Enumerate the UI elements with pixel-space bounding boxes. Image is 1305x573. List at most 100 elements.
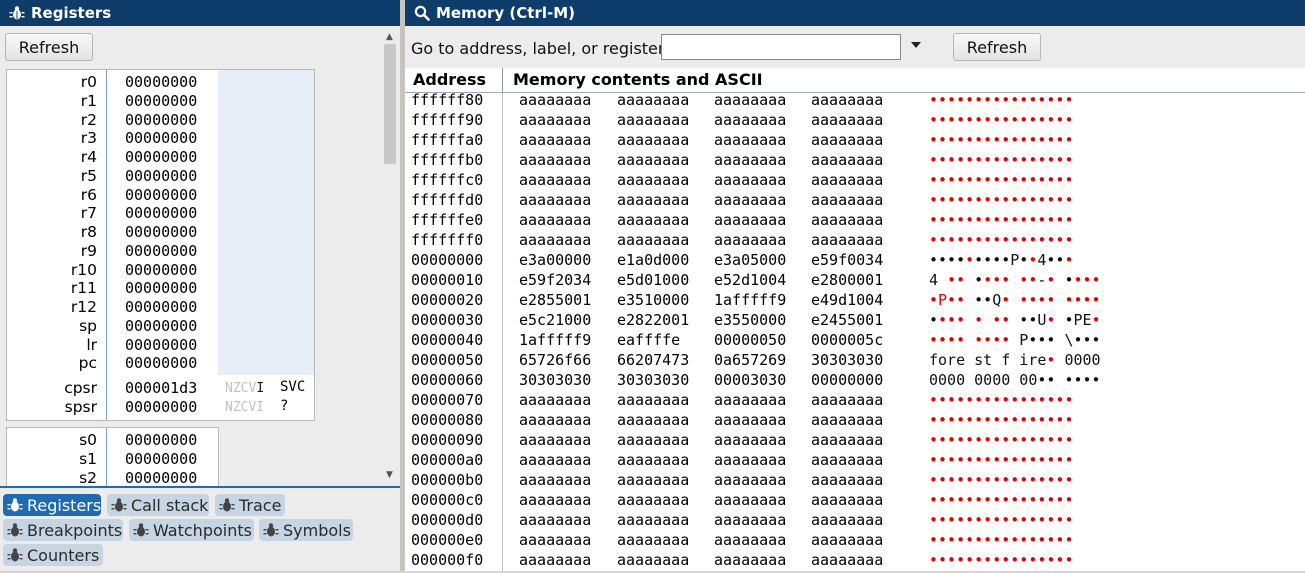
memory-word[interactable]: 30303030 bbox=[811, 351, 883, 369]
memory-address[interactable]: 00000050 bbox=[411, 351, 483, 369]
memory-word[interactable]: e3510000 bbox=[617, 291, 689, 309]
memory-row[interactable]: 00000040 1afffff9 eaffffe 00000050 0000005c •… bbox=[405, 331, 1305, 351]
memory-word[interactable]: aaaaaaaa bbox=[519, 231, 591, 249]
memory-word[interactable]: e3a05000 bbox=[714, 251, 786, 269]
memory-word[interactable]: aaaaaaaa bbox=[811, 391, 883, 409]
memory-word[interactable]: 00000000 bbox=[811, 371, 883, 389]
memory-row[interactable]: 000000b0 aaaaaaaa aaaaaaaa aaaaaaaa aaaaaaaa… bbox=[405, 471, 1305, 491]
memory-word[interactable]: aaaaaaaa bbox=[714, 211, 786, 229]
memory-word[interactable]: e2855001 bbox=[519, 291, 591, 309]
memory-row[interactable]: ffffffc0 aaaaaaaa aaaaaaaa aaaaaaaa aaaaaaaa… bbox=[405, 171, 1305, 191]
tab-call-stack[interactable]: Call stack bbox=[107, 494, 209, 516]
register-value[interactable]: 00000000 bbox=[125, 354, 197, 372]
memory-word[interactable]: aaaaaaaa bbox=[519, 191, 591, 209]
memory-word[interactable]: e1a0d000 bbox=[617, 251, 689, 269]
memory-word[interactable]: aaaaaaaa bbox=[714, 131, 786, 149]
memory-word[interactable]: aaaaaaaa bbox=[519, 431, 591, 449]
memory-address[interactable]: 000000f0 bbox=[411, 551, 483, 569]
memory-word[interactable]: aaaaaaaa bbox=[519, 511, 591, 529]
register-value[interactable]: 00000000 bbox=[125, 129, 197, 147]
scroll-up-icon[interactable]: ▲ bbox=[386, 32, 393, 42]
memory-word[interactable]: aaaaaaaa bbox=[519, 451, 591, 469]
memory-word[interactable]: aaaaaaaa bbox=[811, 511, 883, 529]
memory-word[interactable]: e59f0034 bbox=[811, 251, 883, 269]
memory-word[interactable]: e3a00000 bbox=[519, 251, 591, 269]
memory-word[interactable]: aaaaaaaa bbox=[811, 151, 883, 169]
memory-word[interactable]: 65726f66 bbox=[519, 351, 591, 369]
memory-row[interactable]: 00000090 aaaaaaaa aaaaaaaa aaaaaaaa aaaaaaaa… bbox=[405, 431, 1305, 451]
memory-word[interactable]: aaaaaaaa bbox=[811, 231, 883, 249]
memory-row[interactable]: 00000030 e5c21000 e2822001 e3550000 e2455001… bbox=[405, 311, 1305, 331]
memory-row[interactable]: ffffffd0 aaaaaaaa aaaaaaaa aaaaaaaa aaaaaaaa… bbox=[405, 191, 1305, 211]
scrollbar-thumb[interactable] bbox=[384, 44, 396, 164]
memory-word[interactable]: aaaaaaaa bbox=[617, 111, 689, 129]
memory-word[interactable]: aaaaaaaa bbox=[714, 231, 786, 249]
register-value[interactable]: 00000000 bbox=[125, 261, 197, 279]
memory-word[interactable]: e5d01000 bbox=[617, 271, 689, 289]
memory-word[interactable]: aaaaaaaa bbox=[811, 211, 883, 229]
tab-trace[interactable]: Trace bbox=[215, 494, 285, 516]
registers-scrollbar[interactable]: ▲ ▼ bbox=[382, 30, 398, 486]
memory-word[interactable]: 0000005c bbox=[811, 331, 883, 349]
memory-row[interactable]: 000000e0 aaaaaaaa aaaaaaaa aaaaaaaa aaaaaaaa… bbox=[405, 531, 1305, 551]
memory-address[interactable]: ffffff90 bbox=[411, 111, 483, 129]
memory-word[interactable]: e52d1004 bbox=[714, 271, 786, 289]
memory-word[interactable]: e2455001 bbox=[811, 311, 883, 329]
memory-address[interactable]: 00000030 bbox=[411, 311, 483, 329]
memory-address[interactable]: 00000010 bbox=[411, 271, 483, 289]
memory-word[interactable]: eaffffe bbox=[617, 331, 680, 349]
memory-address[interactable]: ffffff80 bbox=[411, 93, 483, 109]
register-value[interactable]: 000001d3 bbox=[125, 379, 197, 397]
tab-watchpoints[interactable]: Watchpoints bbox=[129, 519, 254, 541]
memory-word[interactable]: e2822001 bbox=[617, 311, 689, 329]
register-value[interactable]: 00000000 bbox=[125, 73, 197, 91]
memory-word[interactable]: aaaaaaaa bbox=[617, 151, 689, 169]
memory-word[interactable]: e3550000 bbox=[714, 311, 786, 329]
memory-row[interactable]: 000000d0 aaaaaaaa aaaaaaaa aaaaaaaa aaaaaaaa… bbox=[405, 511, 1305, 531]
register-value[interactable]: 00000000 bbox=[125, 223, 197, 241]
memory-row[interactable]: 000000a0 aaaaaaaa aaaaaaaa aaaaaaaa aaaaaaaa… bbox=[405, 451, 1305, 471]
memory-table[interactable]: ffffff80 aaaaaaaa aaaaaaaa aaaaaaaa aaaaaaaa… bbox=[405, 93, 1305, 571]
memory-word[interactable]: aaaaaaaa bbox=[714, 191, 786, 209]
memory-word[interactable]: aaaaaaaa bbox=[811, 171, 883, 189]
registers-scroll-area[interactable]: r0 00000000 r1 00000000 r2 00000000 r3 00000000… bbox=[0, 30, 400, 486]
register-value[interactable]: 00000000 bbox=[125, 431, 197, 449]
register-value[interactable]: 00000000 bbox=[125, 92, 197, 110]
memory-row[interactable]: fffffff0 aaaaaaaa aaaaaaaa aaaaaaaa aaaaaaaa… bbox=[405, 231, 1305, 251]
memory-word[interactable]: aaaaaaaa bbox=[519, 551, 591, 569]
memory-word[interactable]: aaaaaaaa bbox=[714, 531, 786, 549]
memory-word[interactable]: aaaaaaaa bbox=[811, 111, 883, 129]
memory-word[interactable]: aaaaaaaa bbox=[714, 431, 786, 449]
tab-symbols[interactable]: Symbols bbox=[259, 519, 353, 541]
memory-word[interactable]: aaaaaaaa bbox=[811, 411, 883, 429]
memory-row[interactable]: 00000060 30303030 30303030 00003030 00000000… bbox=[405, 371, 1305, 391]
memory-word[interactable]: aaaaaaaa bbox=[519, 151, 591, 169]
memory-refresh-button[interactable]: Refresh bbox=[953, 33, 1041, 61]
memory-address[interactable]: 00000000 bbox=[411, 251, 483, 269]
register-value[interactable]: 00000000 bbox=[125, 204, 197, 222]
memory-address[interactable]: ffffffc0 bbox=[411, 171, 483, 189]
register-value[interactable]: 00000000 bbox=[125, 242, 197, 260]
memory-word[interactable]: aaaaaaaa bbox=[519, 491, 591, 509]
register-value[interactable]: 00000000 bbox=[125, 186, 197, 204]
memory-row[interactable]: 00000020 e2855001 e3510000 1afffff9 e49d1004… bbox=[405, 291, 1305, 311]
memory-word[interactable]: aaaaaaaa bbox=[811, 491, 883, 509]
memory-word[interactable]: aaaaaaaa bbox=[714, 451, 786, 469]
memory-word[interactable]: aaaaaaaa bbox=[617, 511, 689, 529]
chevron-down-icon[interactable] bbox=[911, 42, 921, 48]
memory-word[interactable]: 66207473 bbox=[617, 351, 689, 369]
memory-word[interactable]: aaaaaaaa bbox=[714, 391, 786, 409]
memory-word[interactable]: aaaaaaaa bbox=[617, 171, 689, 189]
register-value[interactable]: 00000000 bbox=[125, 279, 197, 297]
memory-word[interactable]: e59f2034 bbox=[519, 271, 591, 289]
memory-word[interactable]: aaaaaaaa bbox=[617, 451, 689, 469]
memory-address[interactable]: ffffffb0 bbox=[411, 151, 483, 169]
memory-word[interactable]: e49d1004 bbox=[811, 291, 883, 309]
memory-word[interactable]: aaaaaaaa bbox=[519, 391, 591, 409]
memory-address[interactable]: 00000040 bbox=[411, 331, 483, 349]
memory-row[interactable]: ffffff80 aaaaaaaa aaaaaaaa aaaaaaaa aaaaaaaa… bbox=[405, 93, 1305, 111]
register-value[interactable]: 00000000 bbox=[125, 111, 197, 129]
memory-word[interactable]: aaaaaaaa bbox=[617, 93, 689, 109]
register-value[interactable]: 00000000 bbox=[125, 317, 197, 335]
memory-word[interactable]: aaaaaaaa bbox=[519, 131, 591, 149]
